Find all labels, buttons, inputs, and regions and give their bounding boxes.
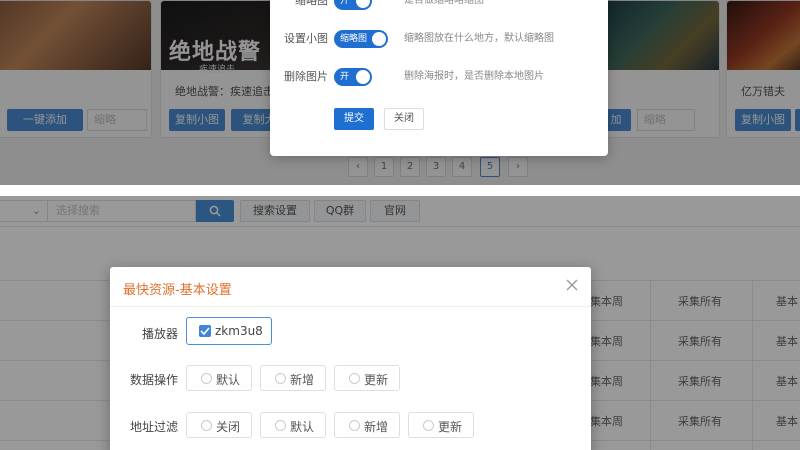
radio-label: 更新 bbox=[364, 373, 389, 387]
screenshot-separator bbox=[0, 185, 800, 196]
radio-icon bbox=[201, 420, 212, 431]
delete-image-row: 删除图片 开 删除海报时，是否删除本地图片 bbox=[270, 66, 608, 88]
thumbnail-desc: 是否做缩略略缩图 bbox=[404, 0, 484, 6]
player-checkbox[interactable]: zkm3u8 bbox=[186, 317, 272, 345]
radio-label: 新增 bbox=[290, 373, 315, 387]
radio-label: 新增 bbox=[364, 420, 389, 434]
small-image-label: 设置小图 bbox=[284, 32, 328, 45]
switch-knob bbox=[372, 32, 386, 46]
dialog-title: 最快资源-基本设置 bbox=[123, 283, 232, 298]
radio-icon bbox=[423, 420, 434, 431]
dialog-header: 最快资源-基本设置 bbox=[110, 267, 591, 307]
data-op-default-radio[interactable]: 默认 bbox=[186, 365, 252, 391]
delete-image-desc: 删除海报时，是否删除本地图片 bbox=[404, 71, 544, 82]
player-value: zkm3u8 bbox=[215, 324, 263, 338]
thumbnail-row: 缩略图 开 是否做缩略略缩图 bbox=[270, 0, 608, 12]
small-image-desc: 缩略图放在什么地方，默认缩略图 bbox=[404, 33, 554, 44]
small-image-row: 设置小图 缩略图 缩略图放在什么地方，默认缩略图 bbox=[270, 28, 608, 50]
radio-icon bbox=[349, 373, 360, 384]
radio-label: 默认 bbox=[216, 373, 241, 387]
radio-icon bbox=[275, 373, 286, 384]
basic-settings-dialog: 最快资源-基本设置 播放器 zkm3u8 数据操作 默认 新增 更新 地址过滤 … bbox=[110, 267, 591, 450]
radio-label: 默认 bbox=[290, 420, 315, 434]
radio-label: 关闭 bbox=[216, 420, 241, 434]
image-settings-dialog: 缩略图 开 是否做缩略略缩图 设置小图 缩略图 缩略图放在什么地方，默认缩略图 … bbox=[270, 0, 608, 156]
data-op-add-radio[interactable]: 新增 bbox=[260, 365, 326, 391]
close-icon[interactable] bbox=[565, 278, 579, 292]
bottom-screenshot: ⌄ 选择搜索 搜索设置 QQ群 官网 集本周 采集所有 基本 集本周 采集所有 … bbox=[0, 196, 800, 450]
data-op-update-radio[interactable]: 更新 bbox=[334, 365, 400, 391]
small-image-switch[interactable]: 缩略图 bbox=[334, 30, 388, 48]
url-filter-add-radio[interactable]: 新增 bbox=[334, 412, 400, 438]
url-filter-update-radio[interactable]: 更新 bbox=[408, 412, 474, 438]
delete-image-switch[interactable]: 开 bbox=[334, 68, 372, 86]
switch-knob bbox=[356, 70, 370, 84]
delete-image-label: 删除图片 bbox=[284, 70, 328, 83]
url-filter-off-radio[interactable]: 关闭 bbox=[186, 412, 252, 438]
switch-knob bbox=[356, 0, 370, 8]
thumbnail-label: 缩略图 bbox=[295, 0, 328, 7]
thumbnail-switch[interactable]: 开 bbox=[334, 0, 372, 10]
url-filter-default-radio[interactable]: 默认 bbox=[260, 412, 326, 438]
radio-icon bbox=[275, 420, 286, 431]
top-screenshot: 一键添加 缩略 绝地战警 疾速追击 绝地战警：疾速追击 复制小图 复制大 加 缩… bbox=[0, 0, 800, 185]
checkbox-checked-icon bbox=[199, 325, 211, 337]
radio-icon bbox=[201, 373, 212, 384]
submit-button[interactable]: 提交 bbox=[334, 108, 374, 130]
close-button[interactable]: 关闭 bbox=[384, 108, 424, 130]
player-label: 播放器 bbox=[141, 327, 178, 341]
data-operation-label: 数据操作 bbox=[129, 373, 178, 387]
switch-text: 缩略图 bbox=[340, 34, 368, 44]
radio-label: 更新 bbox=[438, 420, 463, 434]
radio-icon bbox=[349, 420, 360, 431]
url-filter-label: 地址过滤 bbox=[129, 420, 178, 434]
switch-text: 开 bbox=[340, 72, 350, 82]
switch-text: 开 bbox=[340, 0, 350, 6]
